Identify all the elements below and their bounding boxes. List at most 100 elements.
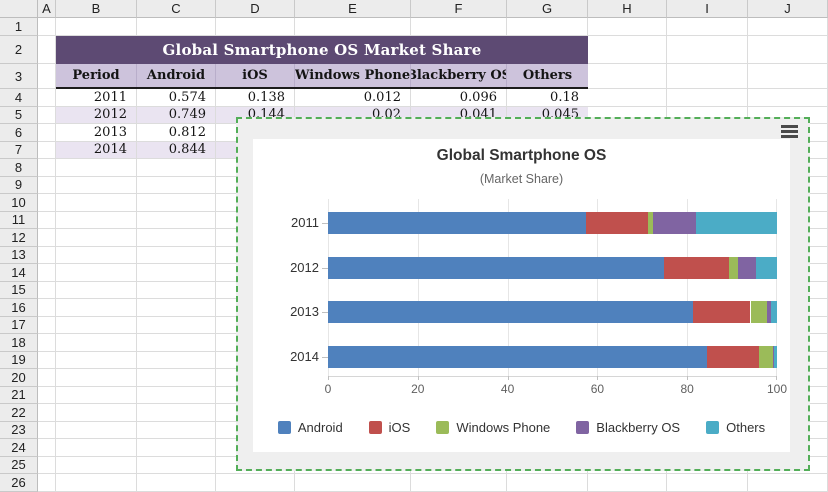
legend-label: Others (726, 420, 765, 435)
row-header-8[interactable]: 8 (0, 159, 38, 177)
cell[interactable]: 0.096 (411, 89, 507, 106)
category-label: 2013 (269, 304, 319, 320)
column-header-J[interactable]: J (748, 0, 828, 18)
plot-area (328, 199, 777, 377)
cell[interactable]: 0.844 (137, 142, 216, 159)
cell[interactable]: 0.812 (137, 124, 216, 141)
row-header-10[interactable]: 10 (0, 194, 38, 212)
legend-label: Windows Phone (456, 420, 550, 435)
bar-segment-blackberry-os[interactable] (738, 257, 756, 279)
row-header-1[interactable]: 1 (0, 18, 38, 36)
chart-subtitle: (Market Share) (253, 172, 790, 186)
legend-marker (706, 421, 719, 434)
bar-segment-others[interactable] (771, 301, 777, 323)
row-header-7[interactable]: 7 (0, 142, 38, 160)
column-header-C[interactable]: C (137, 0, 216, 18)
cell[interactable]: 0.574 (137, 89, 216, 106)
category-label: 2014 (269, 349, 319, 365)
axis-tick (776, 376, 777, 380)
row-header-9[interactable]: 9 (0, 177, 38, 195)
row-header-16[interactable]: 16 (0, 299, 38, 317)
row-header-20[interactable]: 20 (0, 369, 38, 387)
bar-segment-android[interactable] (328, 346, 707, 368)
column-header-D[interactable]: D (216, 0, 295, 18)
bar-segment-blackberry-os[interactable] (653, 212, 696, 234)
select-all-corner[interactable] (0, 0, 38, 18)
row-header-11[interactable]: 11 (0, 212, 38, 230)
bar-row-2014 (328, 346, 777, 368)
bar-segment-ios[interactable] (586, 212, 648, 234)
row-header-14[interactable]: 14 (0, 264, 38, 282)
row-header-26[interactable]: 26 (0, 474, 38, 492)
table-header-others[interactable]: Others (507, 64, 588, 87)
bar-segment-ios[interactable] (664, 257, 729, 279)
bar-segment-others[interactable] (756, 257, 776, 279)
column-header-A[interactable]: A (38, 0, 56, 18)
cell[interactable]: 0.749 (137, 107, 216, 124)
row-header-17[interactable]: 17 (0, 317, 38, 335)
bar-segment-windows-phone[interactable] (759, 346, 772, 368)
table-header-windows-phone[interactable]: Windows Phone (295, 64, 411, 87)
chart-object[interactable]: Global Smartphone OS (Market Share) 2011… (236, 117, 810, 471)
axis-tick (322, 312, 328, 313)
table-header-android[interactable]: Android (137, 64, 216, 87)
row-header-13[interactable]: 13 (0, 247, 38, 265)
legend: Android iOS Windows Phone Blackberry OS Othe… (253, 420, 790, 435)
bar-segment-ios[interactable] (693, 301, 751, 323)
bar-segment-android[interactable] (328, 212, 586, 234)
bar-segment-others[interactable] (774, 346, 777, 368)
bar-segment-android[interactable] (328, 301, 693, 323)
table-header-blackberry-os[interactable]: Blackberry OS (411, 64, 507, 87)
column-header-E[interactable]: E (295, 0, 411, 18)
table-header-ios[interactable]: iOS (216, 64, 295, 87)
axis-tick (322, 357, 328, 358)
column-header-G[interactable]: G (507, 0, 588, 18)
row-header-25[interactable]: 25 (0, 457, 38, 475)
legend-marker (369, 421, 382, 434)
row-header-21[interactable]: 21 (0, 387, 38, 405)
table-header-period[interactable]: Period (56, 64, 137, 87)
row-header-5[interactable]: 5 (0, 107, 38, 125)
row-header-19[interactable]: 19 (0, 352, 38, 370)
cell[interactable]: 2014 (56, 142, 137, 159)
x-tick-label: 60 (591, 382, 604, 396)
row-header-18[interactable]: 18 (0, 334, 38, 352)
cell[interactable]: 0.18 (507, 89, 588, 106)
grid-line (38, 473, 828, 474)
column-header-I[interactable]: I (667, 0, 748, 18)
row-header-12[interactable]: 12 (0, 229, 38, 247)
row-header-3[interactable]: 3 (0, 64, 38, 89)
bar-segment-android[interactable] (328, 257, 664, 279)
table-row: 20110.5740.1380.0120.0960.18 (56, 89, 588, 107)
legend-item-ios[interactable]: iOS (369, 420, 411, 435)
bar-segment-ios[interactable] (707, 346, 760, 368)
cell[interactable]: 0.138 (216, 89, 295, 106)
axis-tick (418, 376, 419, 380)
column-header-F[interactable]: F (411, 0, 507, 18)
cell[interactable]: 2012 (56, 107, 137, 124)
bar-segment-others[interactable] (696, 212, 777, 234)
chart-panel: Global Smartphone OS (Market Share) 2011… (253, 139, 790, 452)
cell[interactable]: 2011 (56, 89, 137, 106)
row-header-4[interactable]: 4 (0, 89, 38, 107)
chart-context-menu-icon[interactable] (781, 125, 798, 138)
row-header-6[interactable]: 6 (0, 124, 38, 142)
bar-segment-windows-phone[interactable] (751, 301, 767, 323)
legend-item-blackberry-os[interactable]: Blackberry OS (576, 420, 680, 435)
column-header-B[interactable]: B (56, 0, 137, 18)
cell[interactable]: 2013 (56, 124, 137, 141)
row-header-2[interactable]: 2 (0, 36, 38, 64)
row-header-15[interactable]: 15 (0, 282, 38, 300)
cell[interactable]: 0.012 (295, 89, 411, 106)
legend-item-android[interactable]: Android (278, 420, 343, 435)
axis-tick (508, 376, 509, 380)
table-title[interactable]: Global Smartphone OS Market Share (56, 36, 588, 64)
legend-item-windows-phone[interactable]: Windows Phone (436, 420, 550, 435)
bar-segment-windows-phone[interactable] (729, 257, 738, 279)
row-header-22[interactable]: 22 (0, 404, 38, 422)
row-header-24[interactable]: 24 (0, 439, 38, 457)
legend-item-others[interactable]: Others (706, 420, 765, 435)
row-header-23[interactable]: 23 (0, 422, 38, 440)
axis-tick (328, 376, 329, 380)
column-header-H[interactable]: H (588, 0, 667, 18)
